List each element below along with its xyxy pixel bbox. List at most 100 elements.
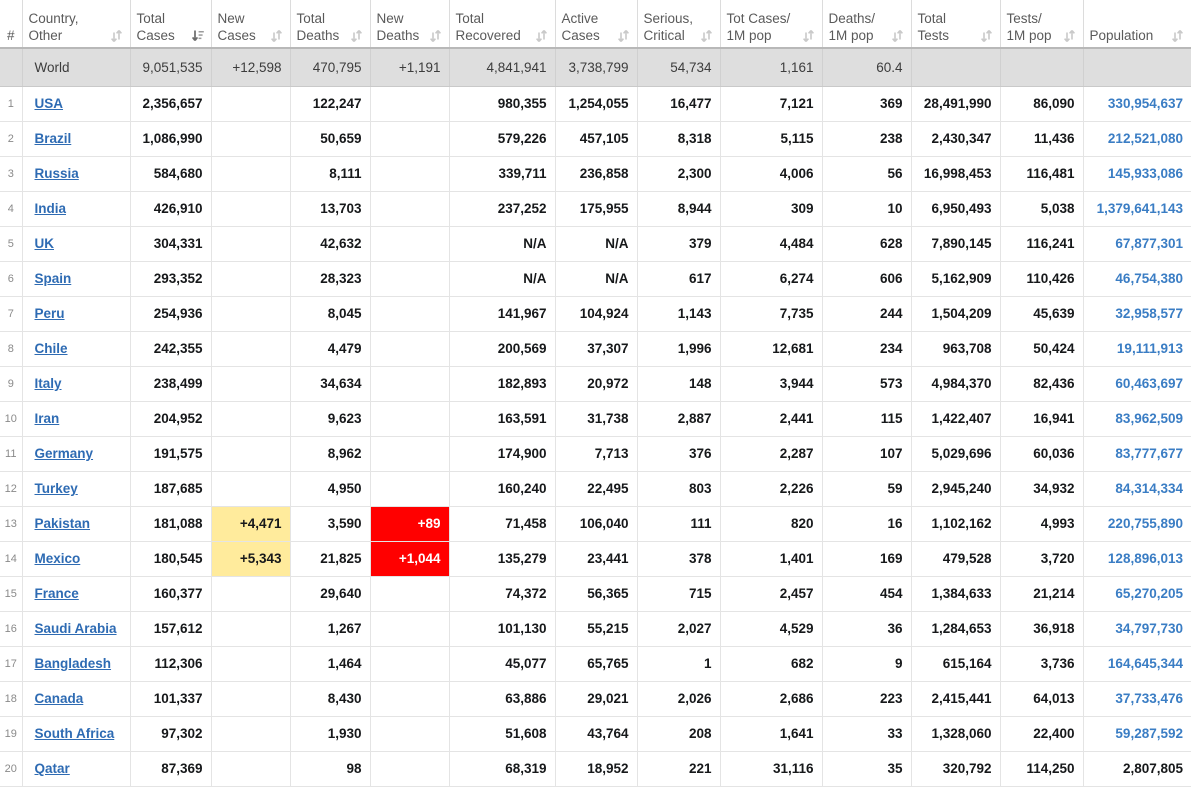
sort-both-icon[interactable] [618,29,629,43]
population-link[interactable]: 19,111,913 [1117,341,1183,356]
cell-rank: 10 [0,401,22,436]
sort-both-icon[interactable] [536,29,547,43]
sort-both-icon[interactable] [271,29,282,43]
country-link[interactable]: Turkey [35,481,78,496]
population-link[interactable]: 60,463,697 [1115,376,1183,391]
cell-total_recovered: N/A [449,261,555,296]
country-link[interactable]: France [35,586,79,601]
population-link[interactable]: 34,797,730 [1115,621,1183,636]
country-link[interactable]: Spain [35,271,72,286]
cell-rank: 3 [0,156,22,191]
cell-total_deaths: 29,640 [290,576,370,611]
column-header-tests_per_1m[interactable]: Tests/1M pop [1000,0,1083,48]
population-link[interactable]: 220,755,890 [1108,516,1183,531]
cell-new_cases [211,681,290,716]
cell-total_cases: 426,910 [130,191,211,226]
population-link[interactable]: 83,962,509 [1115,411,1183,426]
cell-new_cases [211,226,290,261]
country-link[interactable]: Brazil [35,131,72,146]
population-link[interactable]: 46,754,380 [1115,271,1183,286]
country-link[interactable]: UK [35,236,55,251]
column-header-new_cases[interactable]: NewCases [211,0,290,48]
cell-rank: 18 [0,681,22,716]
cell-cases_per_1m: 6,274 [720,261,822,296]
column-header-deaths_per_1m[interactable]: Deaths/1M pop [822,0,911,48]
column-header-label-rank: # [7,28,15,43]
population-link[interactable]: 330,954,637 [1108,96,1183,111]
column-header-new_deaths[interactable]: NewDeaths [370,0,449,48]
column-header-rank[interactable]: # [0,0,22,48]
country-link[interactable]: Pakistan [35,516,91,531]
country-link[interactable]: Italy [35,376,62,391]
sort-both-icon[interactable] [981,29,992,43]
population-link[interactable]: 84,314,334 [1115,481,1183,496]
country-link[interactable]: Russia [35,166,79,181]
country-link[interactable]: India [35,201,67,216]
population-link[interactable]: 1,379,641,143 [1097,201,1183,216]
cell-country: USA [22,86,130,121]
population-link[interactable]: 145,933,086 [1108,166,1183,181]
cell-serious: 208 [637,716,720,751]
cell-total_recovered: 63,886 [449,681,555,716]
sort-desc-icon[interactable] [192,29,203,43]
cell-total_deaths: 21,825 [290,541,370,576]
population-link[interactable]: 83,777,677 [1115,446,1183,461]
column-header-country[interactable]: Country,Other [22,0,130,48]
column-header-label-country: Country,Other [29,11,79,43]
population-link[interactable]: 164,645,344 [1108,656,1183,671]
sort-both-icon[interactable] [701,29,712,43]
sort-both-icon[interactable] [351,29,362,43]
population-link[interactable]: 32,958,577 [1115,306,1183,321]
country-link[interactable]: Mexico [35,551,81,566]
cell-rank: 7 [0,296,22,331]
country-link[interactable]: Iran [35,411,60,426]
sort-both-icon[interactable] [1172,29,1183,43]
country-link[interactable]: Germany [35,446,94,461]
column-header-total_cases[interactable]: TotalCases [130,0,211,48]
column-header-active_cases[interactable]: ActiveCases [555,0,637,48]
column-header-cases_per_1m[interactable]: Tot Cases/1M pop [720,0,822,48]
population-link[interactable]: 65,270,205 [1115,586,1183,601]
column-header-total_tests[interactable]: TotalTests [911,0,1000,48]
cell-population: 83,962,509 [1083,401,1191,436]
sort-both-icon[interactable] [1064,29,1075,43]
table-row: 12Turkey187,6854,950160,24022,4958032,22… [0,471,1191,506]
sort-both-icon[interactable] [430,29,441,43]
cell-serious: 2,027 [637,611,720,646]
population-link[interactable]: 212,521,080 [1108,131,1183,146]
cell-rank: 9 [0,366,22,401]
population-link[interactable]: 59,287,592 [1115,726,1183,741]
cell-active_cases: N/A [555,226,637,261]
cell-new_deaths [370,261,449,296]
cell-population: 32,958,577 [1083,296,1191,331]
sort-both-icon[interactable] [803,29,814,43]
sort-both-icon[interactable] [892,29,903,43]
cell-new_cases [211,331,290,366]
population-link[interactable]: 37,733,476 [1115,691,1183,706]
cell-serious: 376 [637,436,720,471]
cell-total_cases: 101,337 [130,681,211,716]
population-link[interactable]: 67,877,301 [1115,236,1183,251]
column-header-total_deaths[interactable]: TotalDeaths [290,0,370,48]
country-link[interactable]: South Africa [35,726,115,741]
cell-tests_per_1m: 34,932 [1000,471,1083,506]
column-header-total_recovered[interactable]: TotalRecovered [449,0,555,48]
country-link[interactable]: Qatar [35,761,70,776]
country-link[interactable]: Saudi Arabia [35,621,117,636]
table-row: 13Pakistan181,088+4,4713,590+8971,458106… [0,506,1191,541]
cell-population: 65,270,205 [1083,576,1191,611]
sort-both-icon[interactable] [111,29,122,43]
cell-new_deaths [370,296,449,331]
column-header-serious[interactable]: Serious,Critical [637,0,720,48]
column-header-population[interactable]: Population [1083,0,1191,48]
population-link[interactable]: 128,896,013 [1108,551,1183,566]
country-link[interactable]: Chile [35,341,68,356]
cell-serious: 715 [637,576,720,611]
cell-population: 67,877,301 [1083,226,1191,261]
country-link[interactable]: Canada [35,691,84,706]
country-link[interactable]: Bangladesh [35,656,112,671]
country-link[interactable]: USA [35,96,64,111]
cell-rank [0,48,22,86]
cell-population: 220,755,890 [1083,506,1191,541]
country-link[interactable]: Peru [35,306,65,321]
